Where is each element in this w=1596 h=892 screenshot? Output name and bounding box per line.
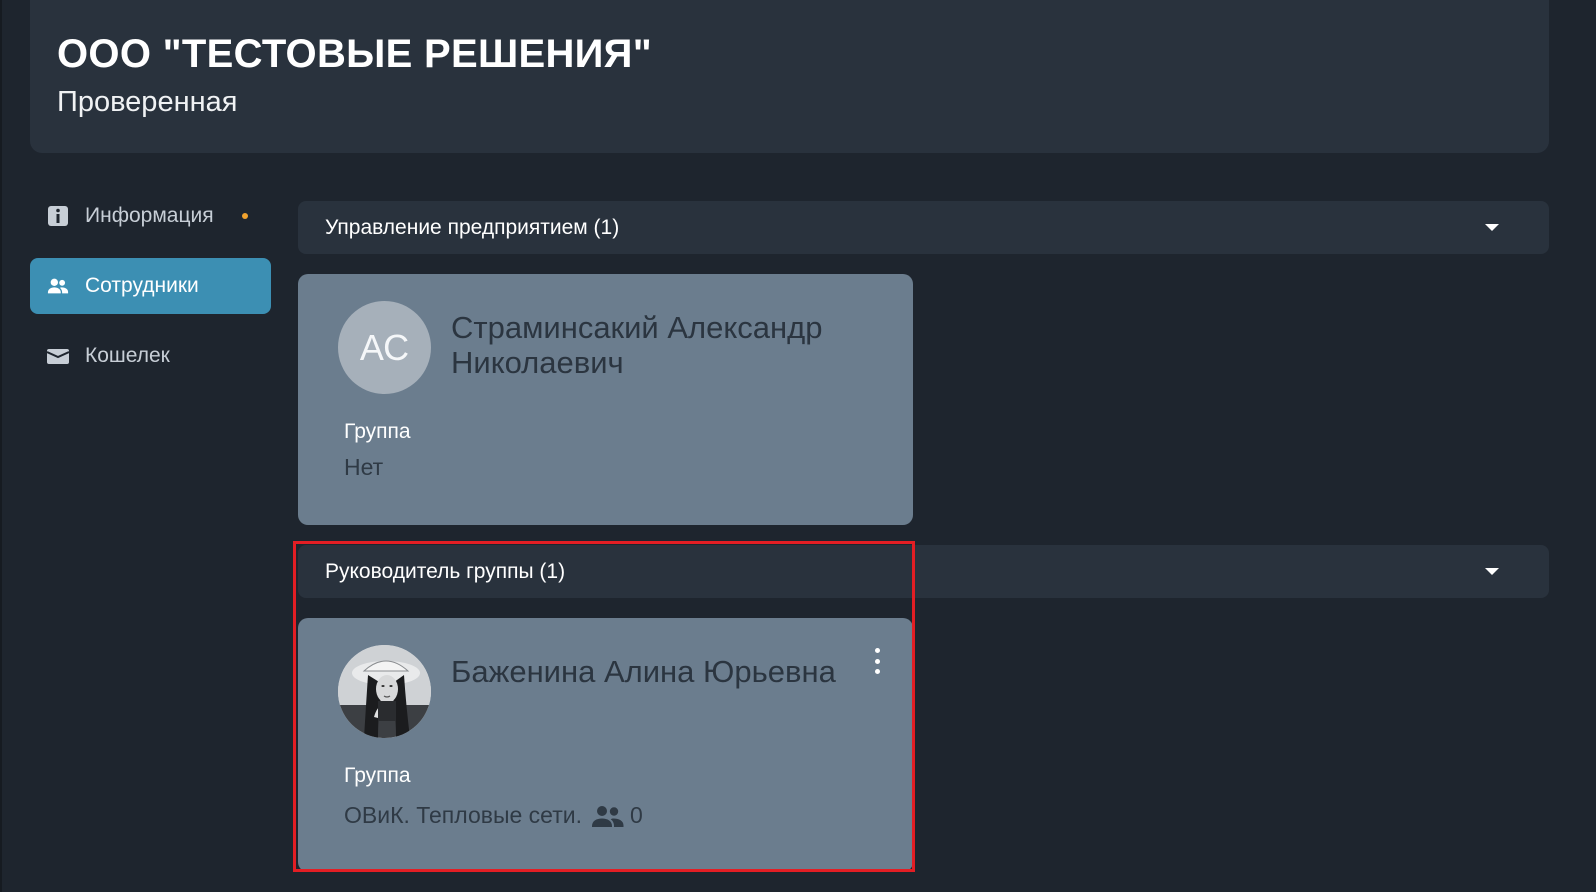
avatar: АС: [338, 301, 431, 394]
window-edge: [0, 0, 2, 892]
people-icon: [47, 275, 69, 297]
info-icon: [47, 205, 69, 227]
group-value: ОВиК. Тепловые сети. 0: [344, 802, 643, 829]
organization-name: ООО "ТЕСТОВЫЕ РЕШЕНИЯ": [57, 32, 652, 76]
sidebar-item-wallet[interactable]: Кошелек: [30, 328, 271, 384]
sidebar-item-info[interactable]: Информация: [30, 188, 271, 244]
wallet-icon: [47, 345, 69, 367]
section-title: Управление предприятием (1): [325, 215, 620, 239]
section-header-management[interactable]: Управление предприятием (1): [298, 201, 1549, 254]
employee-name: Страминсакий Александр Николаевич: [451, 310, 823, 380]
caret-down-icon: [1485, 568, 1499, 575]
employee-card[interactable]: Баженина Алина Юрьевна Группа ОВиК. Тепл…: [298, 618, 913, 872]
section-title: Руководитель группы (1): [325, 559, 566, 583]
sidebar-item-label: Кошелек: [85, 344, 170, 367]
organization-status: Проверенная: [57, 86, 238, 118]
sidebar-item-label: Информация: [85, 204, 214, 227]
members-icon: [591, 804, 624, 828]
more-options-icon[interactable]: [873, 648, 881, 674]
sidebar-nav: Информация Сотрудники Кошелек: [30, 188, 271, 398]
members-count: 0: [629, 802, 643, 828]
group-label: Группа: [344, 764, 411, 787]
employee-card[interactable]: АС Страминсакий Александр Николаевич Гру…: [298, 274, 913, 525]
caret-down-icon: [1485, 224, 1499, 231]
group-value-text: Нет: [344, 454, 384, 480]
avatar-photo: [338, 645, 431, 738]
organization-header: ООО "ТЕСТОВЫЕ РЕШЕНИЯ" Проверенная: [30, 0, 1549, 153]
sidebar-item-label: Сотрудники: [85, 274, 199, 297]
group-value: Нет: [344, 454, 383, 481]
group-label: Группа: [344, 420, 411, 443]
section-header-group-leader[interactable]: Руководитель группы (1): [298, 545, 1549, 598]
employee-name: Баженина Алина Юрьевна: [451, 654, 836, 689]
avatar: [338, 645, 431, 738]
notification-dot: [241, 213, 248, 219]
avatar-initials: АС: [359, 326, 410, 368]
group-value-text: ОВиК. Тепловые сети.: [344, 802, 582, 828]
sidebar-item-employees[interactable]: Сотрудники: [30, 258, 271, 314]
